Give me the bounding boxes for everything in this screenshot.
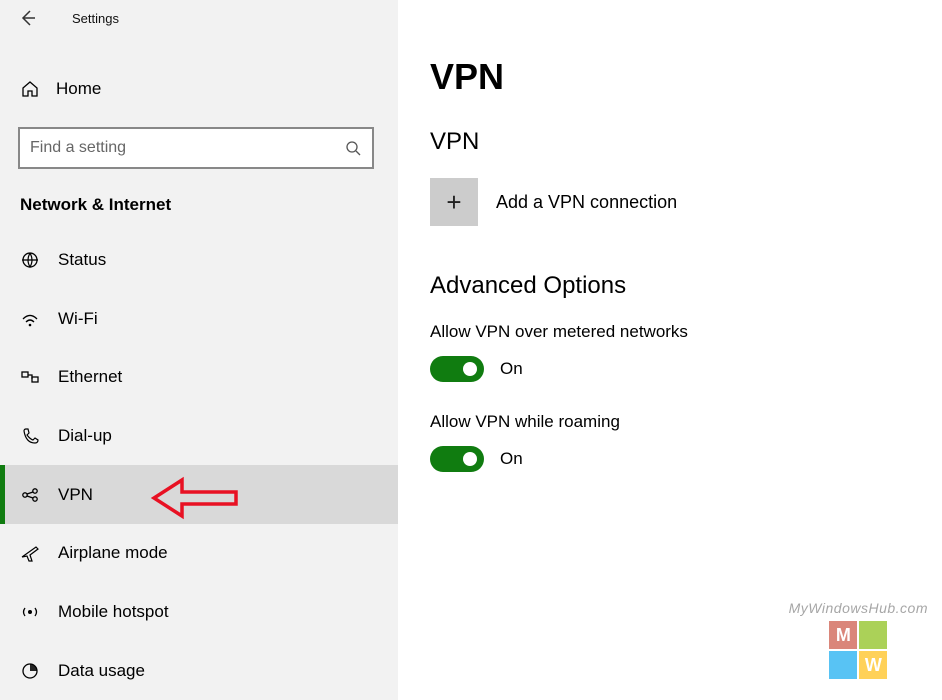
nav-status[interactable]: Status [0, 231, 398, 290]
nav-airplane[interactable]: Airplane mode [0, 524, 398, 583]
opt-roaming-label: Allow VPN while roaming [430, 412, 942, 432]
nav-ethernet[interactable]: Ethernet [0, 348, 398, 407]
plus-icon: + [430, 178, 478, 226]
main-content: VPN VPN + Add a VPN connection Advanced … [398, 0, 942, 700]
sidebar: Settings Home Network & Internet Status [0, 0, 398, 700]
home-icon [18, 79, 42, 99]
back-button[interactable] [12, 4, 44, 32]
section-header: Network & Internet [0, 169, 398, 231]
wifi-icon [20, 309, 48, 329]
nav-label: VPN [48, 485, 93, 505]
nav-vpn[interactable]: VPN [0, 465, 398, 524]
back-arrow-icon [19, 9, 37, 27]
home-nav[interactable]: Home [0, 60, 398, 119]
datausage-icon [20, 661, 48, 681]
ethernet-icon [20, 367, 48, 387]
toggle-roaming-state: On [484, 449, 523, 469]
nav-label: Wi-Fi [48, 309, 98, 329]
status-icon [20, 250, 48, 270]
search-input[interactable] [30, 139, 344, 157]
toggle-metered[interactable] [430, 356, 484, 382]
toggle-roaming[interactable] [430, 446, 484, 472]
nav-label: Airplane mode [48, 543, 168, 563]
sub-title: VPN [430, 128, 942, 156]
dialup-icon [20, 426, 48, 446]
nav-label: Data usage [48, 661, 145, 681]
nav-wifi[interactable]: Wi-Fi [0, 289, 398, 348]
add-vpn-label: Add a VPN connection [478, 192, 677, 213]
home-label: Home [42, 79, 101, 99]
opt-metered-label: Allow VPN over metered networks [430, 322, 942, 342]
titlebar: Settings [0, 4, 398, 32]
hotspot-icon [20, 602, 48, 622]
nav-dialup[interactable]: Dial-up [0, 407, 398, 466]
add-vpn-button[interactable]: + Add a VPN connection [430, 178, 942, 226]
search-icon [344, 140, 362, 156]
airplane-icon [20, 543, 48, 563]
nav-label: Dial-up [48, 426, 112, 446]
window-title: Settings [44, 11, 119, 26]
nav-label: Status [48, 250, 106, 270]
vpn-icon [20, 485, 48, 505]
page-title: VPN [430, 56, 942, 98]
nav-hotspot[interactable]: Mobile hotspot [0, 583, 398, 642]
nav-label: Ethernet [48, 367, 122, 387]
nav-datausage[interactable]: Data usage [0, 641, 398, 700]
toggle-metered-state: On [484, 359, 523, 379]
nav-label: Mobile hotspot [48, 602, 169, 622]
advanced-header: Advanced Options [430, 272, 942, 300]
search-box[interactable] [18, 127, 374, 169]
